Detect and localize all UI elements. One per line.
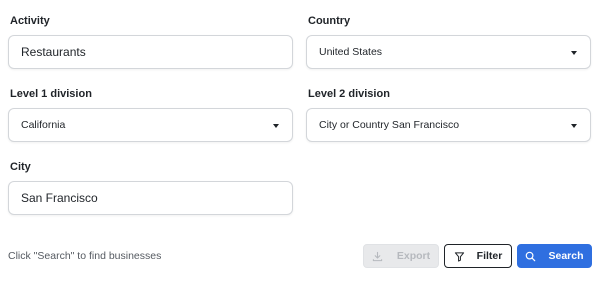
search-button[interactable]: Search bbox=[517, 244, 592, 268]
download-icon bbox=[372, 251, 383, 262]
country-label: Country bbox=[308, 15, 351, 27]
activity-label: Activity bbox=[10, 15, 50, 27]
activity-input[interactable]: Restaurants bbox=[8, 35, 293, 69]
country-select[interactable]: United States bbox=[306, 35, 591, 69]
filter-icon bbox=[454, 251, 465, 262]
level1-label: Level 1 division bbox=[10, 88, 92, 100]
level2-value: City or Country San Francisco bbox=[319, 119, 460, 131]
search-label: Search bbox=[548, 250, 584, 262]
level2-label: Level 2 division bbox=[308, 88, 390, 100]
city-label: City bbox=[10, 161, 31, 173]
caret-down-icon bbox=[273, 124, 279, 128]
level1-select[interactable]: California bbox=[8, 108, 293, 142]
city-value: San Francisco bbox=[21, 191, 98, 205]
export-button[interactable]: Export bbox=[363, 244, 439, 268]
search-icon bbox=[525, 251, 536, 262]
level1-value: California bbox=[21, 119, 66, 131]
activity-value: Restaurants bbox=[21, 45, 86, 59]
search-hint: Click "Search" to find businesses bbox=[8, 250, 162, 262]
city-input[interactable]: San Francisco bbox=[8, 181, 293, 215]
level2-select[interactable]: City or Country San Francisco bbox=[306, 108, 591, 142]
caret-down-icon bbox=[571, 51, 577, 55]
export-label: Export bbox=[396, 250, 431, 262]
filter-label: Filter bbox=[476, 250, 503, 262]
filter-button[interactable]: Filter bbox=[444, 244, 512, 268]
caret-down-icon bbox=[571, 124, 577, 128]
country-value: United States bbox=[319, 46, 383, 58]
